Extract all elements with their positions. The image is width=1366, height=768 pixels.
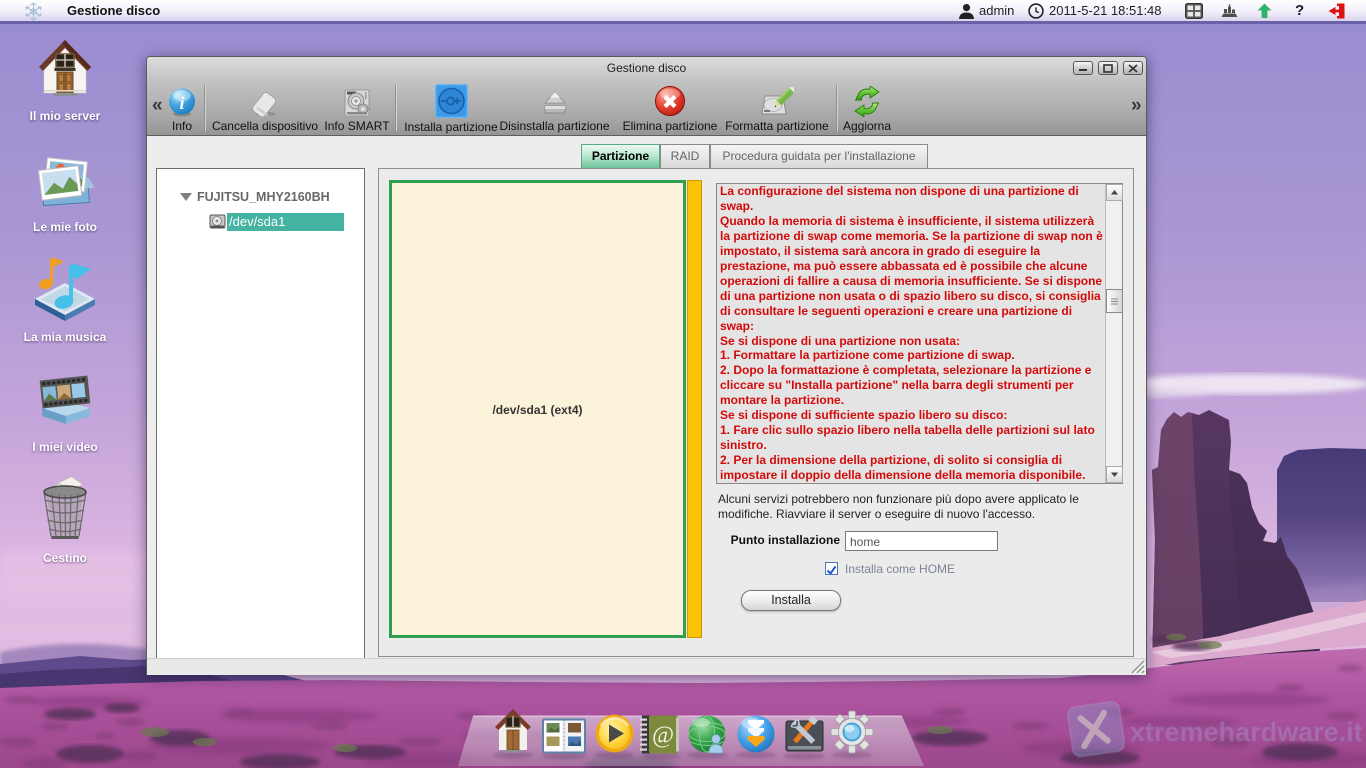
svg-text:@: @ [652, 723, 674, 749]
svg-text:xtremehardware.it: xtremehardware.it [1130, 717, 1362, 747]
svg-text:i: i [179, 93, 184, 113]
